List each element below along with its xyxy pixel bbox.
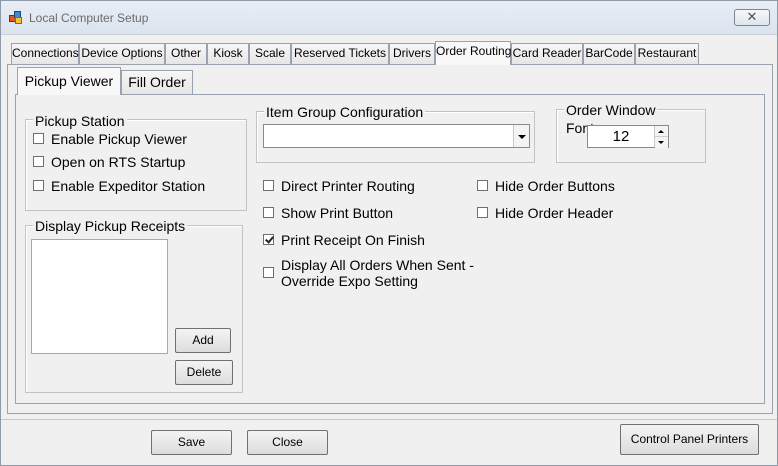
spin-down-icon[interactable]: [655, 137, 668, 148]
setup-window: Local Computer Setup ✕ Connections Devic…: [0, 0, 778, 466]
tab-card-reader[interactable]: Card Reader: [511, 43, 583, 64]
checkbox-box[interactable]: [33, 156, 44, 167]
enable-expeditor-station-checkbox[interactable]: Enable Expeditor Station: [33, 178, 205, 196]
direct-printer-routing-checkbox[interactable]: Direct Printer Routing: [263, 178, 415, 196]
checkbox-label: Enable Pickup Viewer: [51, 131, 187, 147]
pickup-station-title: Pickup Station: [33, 113, 127, 129]
chevron-down-icon[interactable]: [513, 125, 529, 147]
font-size-value[interactable]: 12: [588, 126, 654, 147]
control-panel-printers-button[interactable]: Control Panel Printers: [620, 424, 759, 455]
tab-pickup-viewer[interactable]: Pickup Viewer: [17, 67, 121, 95]
display-all-orders-checkbox[interactable]: Display All Orders When Sent - Override …: [263, 257, 474, 293]
checkbox-label: Direct Printer Routing: [281, 178, 415, 194]
checkbox-box[interactable]: [33, 180, 44, 191]
show-print-button-checkbox[interactable]: Show Print Button: [263, 205, 393, 223]
tab-restaurant[interactable]: Restaurant: [635, 43, 699, 64]
checkbox-box[interactable]: [477, 180, 488, 191]
tab-other[interactable]: Other: [165, 43, 207, 64]
checkbox-box[interactable]: [477, 207, 488, 218]
tab-drivers[interactable]: Drivers: [389, 43, 435, 64]
add-button[interactable]: Add: [175, 328, 231, 353]
spin-buttons: [654, 126, 668, 148]
checkbox-box[interactable]: [263, 180, 274, 191]
checkbox-label-line2: Override Expo Setting: [281, 273, 418, 289]
checkbox-label: Hide Order Header: [495, 205, 614, 221]
checkbox-label: Enable Expeditor Station: [51, 178, 206, 194]
delete-button[interactable]: Delete: [175, 360, 233, 385]
tab-reserved-tickets[interactable]: Reserved Tickets: [291, 43, 389, 64]
tab-kiosk[interactable]: Kiosk: [207, 43, 249, 64]
checkbox-box[interactable]: [263, 267, 274, 278]
close-button[interactable]: Close: [247, 430, 328, 455]
checkbox-box[interactable]: [263, 207, 274, 218]
hide-order-buttons-checkbox[interactable]: Hide Order Buttons: [477, 178, 615, 196]
print-receipt-on-finish-checkbox[interactable]: Print Receipt On Finish: [263, 232, 425, 250]
pickup-receipts-list[interactable]: [31, 239, 168, 354]
open-on-rts-startup-checkbox[interactable]: Open on RTS Startup: [33, 154, 185, 172]
checkbox-box-checked[interactable]: [263, 234, 274, 245]
checkbox-box[interactable]: [33, 133, 44, 144]
item-group-configuration-title: Item Group Configuration: [264, 104, 426, 120]
window-title: Local Computer Setup: [29, 11, 149, 25]
hide-order-header-checkbox[interactable]: Hide Order Header: [477, 205, 613, 223]
checkbox-label: Hide Order Buttons: [495, 178, 615, 194]
tab-fill-order[interactable]: Fill Order: [121, 70, 193, 94]
tab-device-options[interactable]: Device Options: [79, 43, 165, 64]
enable-pickup-viewer-checkbox[interactable]: Enable Pickup Viewer: [33, 131, 187, 149]
checkbox-label: Display All Orders When Sent - Override …: [281, 257, 474, 289]
checkbox-label-line1: Display All Orders When Sent -: [281, 257, 474, 273]
spin-up-icon[interactable]: [655, 126, 668, 137]
tab-order-routing[interactable]: Order Routing: [435, 41, 511, 65]
tab-barcode[interactable]: BarCode: [583, 43, 635, 64]
tab-connections[interactable]: Connections: [11, 43, 79, 64]
display-pickup-receipts-title: Display Pickup Receipts: [33, 218, 188, 234]
tab-scale[interactable]: Scale: [249, 43, 291, 64]
checkbox-label: Show Print Button: [281, 205, 394, 221]
footer-separator: [1, 419, 777, 420]
save-button[interactable]: Save: [151, 430, 232, 455]
title-bar: Local Computer Setup ✕: [1, 1, 777, 35]
order-window-title: Order Window: [564, 102, 658, 118]
item-group-dropdown[interactable]: [263, 124, 530, 148]
close-icon[interactable]: ✕: [734, 9, 770, 26]
checkbox-label: Print Receipt On Finish: [281, 232, 425, 248]
app-icon: [9, 11, 23, 25]
checkbox-label: Open on RTS Startup: [51, 154, 186, 170]
font-size-spinner[interactable]: 12: [587, 125, 669, 148]
